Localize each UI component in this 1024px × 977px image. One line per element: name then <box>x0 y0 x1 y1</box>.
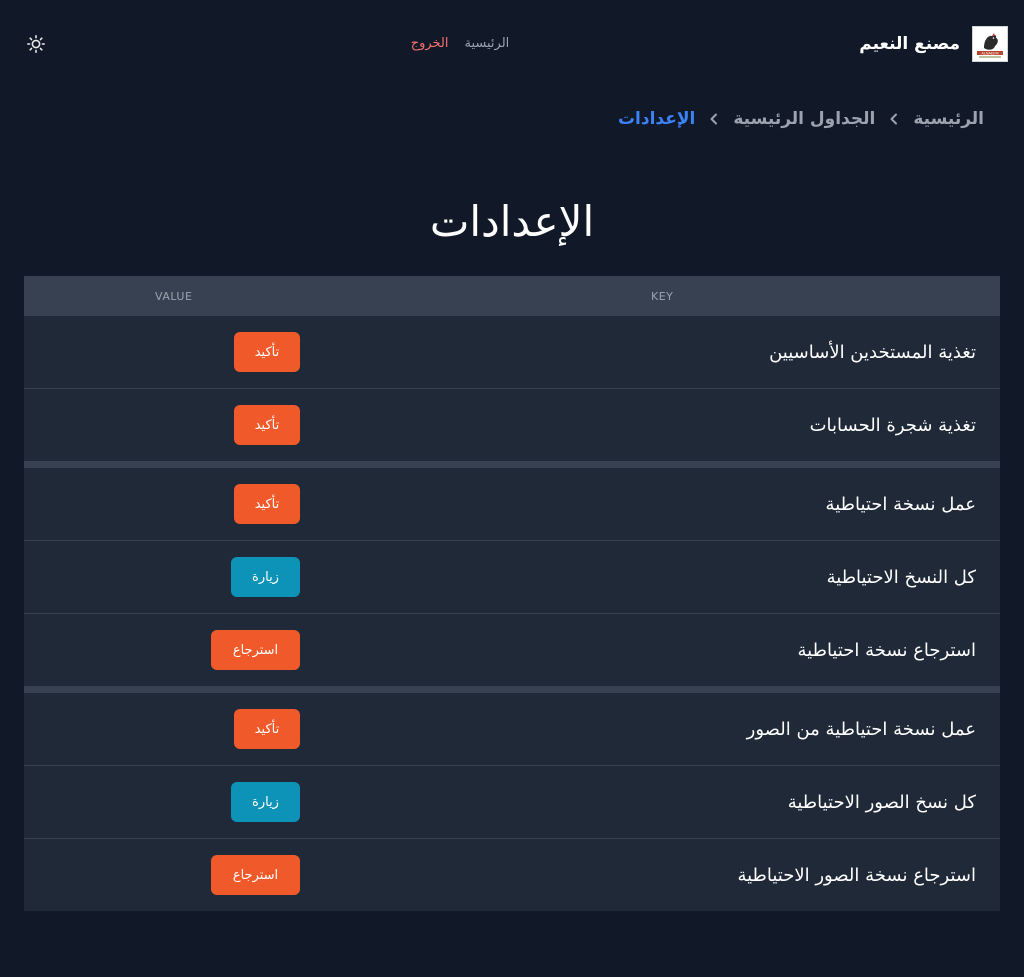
table-row: استرجاع نسخة الصور الاحتياطية استرجاع <box>24 839 1000 911</box>
settings-table: VALUE KEY تغذية المستخدين الأساسيين تأكي… <box>24 276 1000 911</box>
table-row: كل نسخ الصور الاحتياطية زيارة <box>24 766 1000 839</box>
chevron-left-icon <box>709 113 719 125</box>
confirm-button[interactable]: تأكيد <box>234 332 300 372</box>
top-bar: الرئيسية الخروج ALNAEEM مصنع النعيم <box>0 0 1024 90</box>
visit-button[interactable]: زيارة <box>231 782 300 822</box>
setting-key: استرجاع نسخة الصور الاحتياطية <box>737 864 976 886</box>
table-row: استرجاع نسخة احتياطية استرجاع <box>24 614 1000 693</box>
confirm-button[interactable]: تأكيد <box>234 709 300 749</box>
setting-key: تغذية المستخدين الأساسيين <box>769 341 976 363</box>
table-row: تغذية شجرة الحسابات تأكيد <box>24 389 1000 468</box>
logo-text: ALNAEEM <box>981 51 998 55</box>
setting-key: كل نسخ الصور الاحتياطية <box>787 791 976 813</box>
breadcrumb-main-tables[interactable]: الجداول الرئيسية <box>733 109 875 129</box>
setting-key: عمل نسخة احتياطية <box>825 493 976 515</box>
setting-key: عمل نسخة احتياطية من الصور <box>746 718 976 740</box>
table-row: عمل نسخة احتياطية من الصور تأكيد <box>24 693 1000 766</box>
top-nav: الرئيسية الخروج <box>0 36 920 51</box>
restore-button[interactable]: استرجاع <box>211 855 300 895</box>
breadcrumb-settings: الإعدادات <box>617 109 696 129</box>
table-header: VALUE KEY <box>24 276 1000 316</box>
breadcrumb: الرئيسية الجداول الرئيسية الإعدادات <box>618 106 984 132</box>
column-header-key: KEY <box>651 290 674 303</box>
confirm-button[interactable]: تأكيد <box>234 405 300 445</box>
table-row: تغذية المستخدين الأساسيين تأكيد <box>24 316 1000 389</box>
confirm-button[interactable]: تأكيد <box>234 484 300 524</box>
brand-name: مصنع النعيم <box>859 34 960 54</box>
restore-button[interactable]: استرجاع <box>211 630 300 670</box>
setting-key: كل النسخ الاحتياطية <box>826 566 976 588</box>
brand-logo: ALNAEEM <box>972 26 1008 62</box>
visit-button[interactable]: زيارة <box>231 557 300 597</box>
table-row: كل النسخ الاحتياطية زيارة <box>24 541 1000 614</box>
brand[interactable]: ALNAEEM مصنع النعيم <box>859 26 1008 62</box>
nav-logout-link[interactable]: الخروج <box>411 36 449 51</box>
breadcrumb-home[interactable]: الرئيسية <box>913 109 984 129</box>
table-row: عمل نسخة احتياطية تأكيد <box>24 468 1000 541</box>
page-title: الإعدادات <box>429 197 595 246</box>
setting-key: استرجاع نسخة احتياطية <box>797 639 976 661</box>
nav-home-link[interactable]: الرئيسية <box>465 36 510 51</box>
chevron-left-icon <box>889 113 899 125</box>
setting-key: تغذية شجرة الحسابات <box>809 414 976 436</box>
column-header-value: VALUE <box>155 290 193 303</box>
